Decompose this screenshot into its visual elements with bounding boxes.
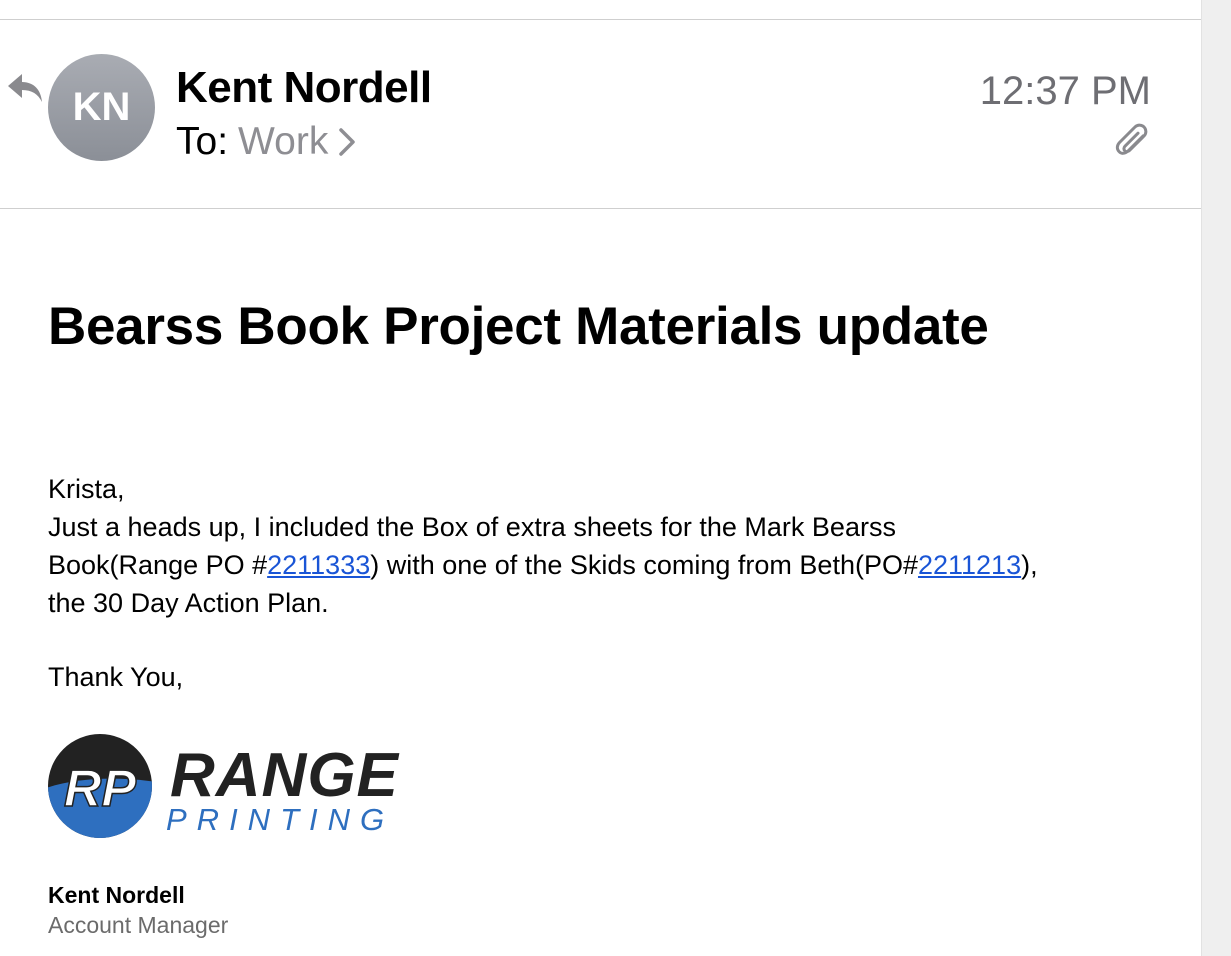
to-label: To: [176, 120, 229, 163]
body-line-2-start: Book(Range PO # [48, 550, 268, 580]
scroll-gutter[interactable] [1201, 0, 1231, 956]
chevron-right-icon[interactable] [338, 127, 356, 157]
body-line-2-middle: ) with one of the Skids coming from Beth… [370, 550, 918, 580]
greeting: Krista, [48, 474, 125, 504]
message-time: 12:37 PM [979, 69, 1151, 113]
top-divider [0, 19, 1201, 20]
range-printing-logo: RP RANGE PRINTING [46, 730, 416, 842]
body-line-2: Book(Range PO #2211333) with one of the … [48, 546, 1168, 584]
header-divider [0, 208, 1201, 209]
signature-name: Kent Nordell [48, 882, 185, 908]
logo-subword: PRINTING [166, 802, 394, 837]
message-subject: Bearss Book Project Materials update [48, 297, 989, 356]
paperclip-icon[interactable] [1113, 122, 1151, 164]
signoff: Thank You, [48, 662, 184, 692]
po-link-beth[interactable]: 2211213 [918, 550, 1021, 580]
recipient-line[interactable]: To: Work [176, 118, 356, 166]
body-line-1: Just a heads up, I included the Box of e… [48, 512, 896, 542]
sender-avatar: KN [48, 54, 155, 161]
signature-title: Account Manager [48, 912, 229, 938]
logo-monogram: RP [64, 760, 137, 818]
message-body: Krista, Just a heads up, I included the … [48, 470, 1168, 622]
logo-word: RANGE [170, 741, 400, 810]
sender-name[interactable]: Kent Nordell [176, 62, 432, 114]
reply-arrow-icon [6, 72, 46, 106]
avatar-initials: KN [72, 85, 131, 129]
body-line-2-end: ), [1021, 550, 1038, 580]
recipient-name[interactable]: Work [238, 118, 328, 166]
po-link-range[interactable]: 2211333 [267, 550, 370, 580]
body-line-3: the 30 Day Action Plan. [48, 588, 329, 618]
